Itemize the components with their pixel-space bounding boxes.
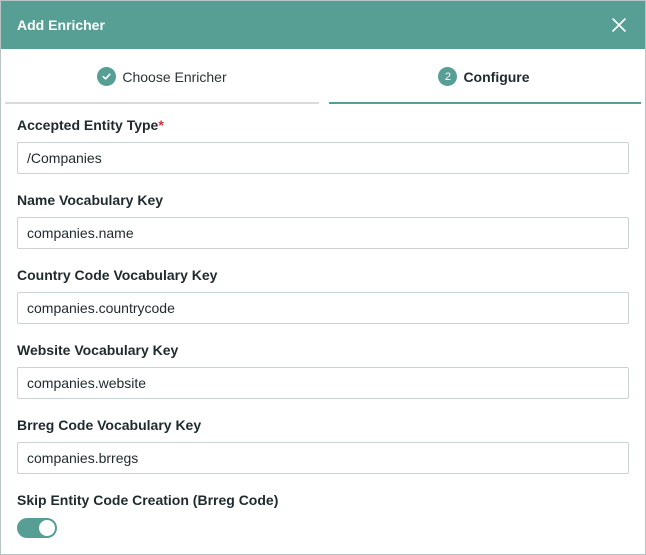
step-underline-active bbox=[329, 102, 641, 104]
add-enricher-dialog: Add Enricher Choose Enricher 2 Configure bbox=[0, 0, 646, 555]
step-label: Configure bbox=[463, 68, 530, 85]
name-vocabulary-key-input[interactable] bbox=[17, 217, 629, 249]
toggle-knob bbox=[39, 520, 55, 536]
name-vocabulary-key-field: Name Vocabulary Key bbox=[17, 189, 629, 249]
country-code-vocabulary-key-field: Country Code Vocabulary Key bbox=[17, 264, 629, 324]
dialog-header: Add Enricher bbox=[1, 1, 645, 49]
step-number-badge: 2 bbox=[438, 67, 458, 86]
skip-entity-code-creation-toggle[interactable] bbox=[17, 518, 57, 538]
field-label: Website Vocabulary Key bbox=[17, 342, 179, 358]
brreg-code-vocabulary-key-input[interactable] bbox=[17, 442, 629, 474]
wizard-steps: Choose Enricher 2 Configure bbox=[1, 49, 645, 104]
check-icon bbox=[102, 73, 111, 80]
close-icon bbox=[612, 18, 626, 32]
skip-entity-code-creation-field: Skip Entity Code Creation (Brreg Code) bbox=[17, 489, 629, 538]
brreg-code-vocabulary-key-field: Brreg Code Vocabulary Key bbox=[17, 414, 629, 474]
field-label: Skip Entity Code Creation (Brreg Code) bbox=[17, 492, 279, 508]
country-code-vocabulary-key-input[interactable] bbox=[17, 292, 629, 324]
field-label: Brreg Code Vocabulary Key bbox=[17, 417, 202, 433]
field-label: Accepted Entity Type bbox=[17, 117, 159, 133]
configure-form: Accepted Entity Type* Name Vocabulary Ke… bbox=[1, 104, 645, 538]
website-vocabulary-key-field: Website Vocabulary Key bbox=[17, 339, 629, 399]
accepted-entity-type-input[interactable] bbox=[17, 142, 629, 174]
field-label: Name Vocabulary Key bbox=[17, 192, 164, 208]
accepted-entity-type-field: Accepted Entity Type* bbox=[17, 114, 629, 174]
close-button[interactable] bbox=[608, 14, 630, 36]
field-label: Country Code Vocabulary Key bbox=[17, 267, 218, 283]
website-vocabulary-key-input[interactable] bbox=[17, 367, 629, 399]
step-configure[interactable]: 2 Configure bbox=[323, 49, 645, 104]
dialog-title: Add Enricher bbox=[17, 17, 105, 33]
step-label: Choose Enricher bbox=[122, 68, 227, 85]
step-choose-enricher[interactable]: Choose Enricher bbox=[1, 49, 323, 104]
required-marker: * bbox=[158, 117, 164, 133]
step-completed-badge bbox=[97, 67, 117, 86]
step-underline bbox=[5, 102, 319, 104]
